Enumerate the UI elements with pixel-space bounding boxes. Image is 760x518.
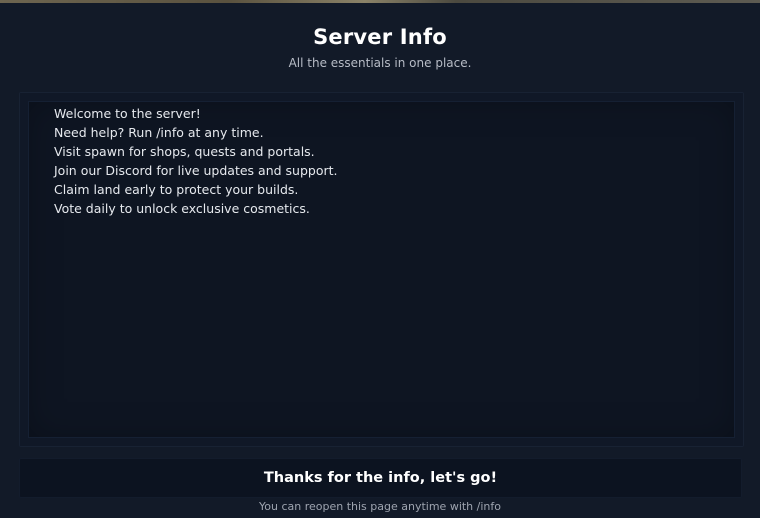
- info-line: Need help? Run /info at any time.: [54, 125, 264, 140]
- dialog-title: Server Info: [313, 25, 447, 49]
- confirm-button[interactable]: Thanks for the info, let's go!: [19, 458, 742, 498]
- info-line: Claim land early to protect your builds.: [54, 182, 299, 197]
- info-lines-list: Welcome to the server! Need help? Run /i…: [54, 104, 338, 218]
- footer-hint: You can reopen this page anytime with /i…: [259, 500, 501, 513]
- info-line: Welcome to the server!: [54, 106, 201, 121]
- info-line: Vote daily to unlock exclusive cosmetics…: [54, 201, 310, 216]
- info-content-box: Welcome to the server! Need help? Run /i…: [19, 92, 744, 447]
- info-line: Visit spawn for shops, quests and portal…: [54, 144, 315, 159]
- server-info-dialog: Server Info All the essentials in one pl…: [0, 3, 760, 518]
- dialog-subtitle: All the essentials in one place.: [288, 56, 472, 70]
- info-line: Join our Discord for live updates and su…: [54, 163, 338, 178]
